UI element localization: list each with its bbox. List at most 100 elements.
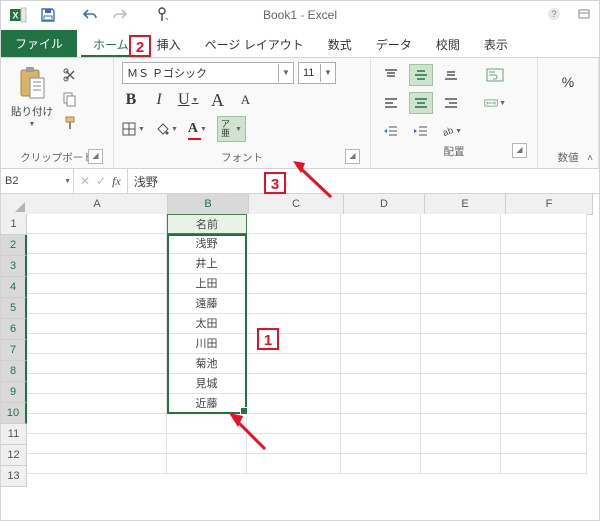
worksheet[interactable]: ABCDEF 12345678910111213 名前浅野井上上田遠藤太田川田菊… bbox=[1, 194, 599, 521]
row-header[interactable]: 10 bbox=[1, 403, 27, 424]
italic-button[interactable]: I bbox=[150, 90, 168, 110]
cell[interactable] bbox=[341, 254, 421, 274]
row-header[interactable]: 7 bbox=[1, 340, 27, 361]
align-top-button[interactable] bbox=[379, 64, 403, 86]
fx-icon[interactable]: fx bbox=[112, 174, 121, 189]
cut-button[interactable] bbox=[61, 66, 79, 84]
row-header[interactable]: 13 bbox=[1, 466, 27, 487]
row-header[interactable]: 6 bbox=[1, 319, 27, 340]
cell[interactable] bbox=[421, 254, 501, 274]
wrap-text-button[interactable] bbox=[483, 64, 507, 86]
cell[interactable]: 井上 bbox=[167, 254, 247, 274]
cell[interactable] bbox=[501, 394, 587, 414]
cell[interactable] bbox=[421, 374, 501, 394]
cell[interactable] bbox=[341, 414, 421, 434]
cell[interactable] bbox=[421, 294, 501, 314]
cell[interactable] bbox=[501, 314, 587, 334]
cell[interactable] bbox=[341, 434, 421, 454]
cell[interactable] bbox=[27, 214, 167, 234]
cell[interactable]: 見城 bbox=[167, 374, 247, 394]
cell[interactable]: 名前 bbox=[167, 214, 247, 234]
row-header[interactable]: 9 bbox=[1, 382, 27, 403]
tab-data[interactable]: データ bbox=[364, 31, 424, 57]
redo-button[interactable] bbox=[109, 4, 131, 26]
touch-mode-button[interactable] bbox=[151, 4, 173, 26]
cell[interactable] bbox=[501, 294, 587, 314]
cell[interactable] bbox=[501, 274, 587, 294]
cell[interactable] bbox=[27, 354, 167, 374]
cell[interactable]: 上田 bbox=[167, 274, 247, 294]
paste-button[interactable]: 貼り付け ▼ bbox=[9, 62, 55, 128]
bold-button[interactable]: B bbox=[122, 90, 140, 110]
cell[interactable] bbox=[247, 454, 341, 474]
cell[interactable] bbox=[247, 254, 341, 274]
cell[interactable] bbox=[27, 314, 167, 334]
tab-review[interactable]: 校閲 bbox=[424, 31, 472, 57]
fill-color-button[interactable]: ▼ bbox=[155, 119, 178, 139]
cell[interactable] bbox=[421, 454, 501, 474]
cell[interactable] bbox=[501, 234, 587, 254]
align-bottom-button[interactable] bbox=[439, 64, 463, 86]
column-header[interactable]: E bbox=[425, 194, 506, 215]
cell[interactable]: 川田 bbox=[167, 334, 247, 354]
cell[interactable] bbox=[421, 314, 501, 334]
save-button[interactable] bbox=[37, 4, 59, 26]
cell[interactable] bbox=[501, 374, 587, 394]
cell[interactable] bbox=[421, 394, 501, 414]
ribbon-options-icon[interactable] bbox=[573, 3, 595, 25]
cell[interactable] bbox=[247, 234, 341, 254]
cell[interactable] bbox=[501, 254, 587, 274]
borders-button[interactable]: ▼ bbox=[122, 119, 145, 139]
align-right-button[interactable] bbox=[439, 92, 463, 114]
row-header[interactable]: 12 bbox=[1, 445, 27, 466]
cell[interactable] bbox=[167, 454, 247, 474]
cell[interactable] bbox=[27, 334, 167, 354]
select-all-triangle[interactable] bbox=[1, 194, 28, 215]
cell[interactable] bbox=[27, 394, 167, 414]
name-box[interactable]: B2▼ bbox=[1, 169, 74, 193]
format-painter-button[interactable] bbox=[61, 114, 79, 132]
decrease-indent-button[interactable] bbox=[379, 120, 403, 142]
row-header[interactable]: 3 bbox=[1, 256, 27, 277]
align-left-button[interactable] bbox=[379, 92, 403, 114]
row-header[interactable]: 8 bbox=[1, 361, 27, 382]
cell[interactable] bbox=[421, 274, 501, 294]
row-header[interactable]: 5 bbox=[1, 298, 27, 319]
cell[interactable] bbox=[247, 374, 341, 394]
cell[interactable] bbox=[501, 334, 587, 354]
cell[interactable]: 浅野 bbox=[167, 234, 247, 254]
row-header[interactable]: 2 bbox=[1, 235, 27, 256]
help-icon[interactable]: ? bbox=[543, 3, 565, 25]
font-size-combo[interactable]: 11▼ bbox=[298, 62, 336, 84]
cell[interactable] bbox=[421, 414, 501, 434]
font-dialog-launcher[interactable]: ◢ bbox=[345, 149, 360, 164]
column-header[interactable]: D bbox=[344, 194, 425, 215]
merge-center-button[interactable]: ▼ bbox=[483, 92, 507, 114]
formula-input[interactable]: 浅野 bbox=[128, 169, 599, 193]
copy-button[interactable] bbox=[61, 90, 79, 108]
cell[interactable] bbox=[27, 454, 167, 474]
underline-button[interactable]: U▼ bbox=[178, 90, 199, 110]
clipboard-dialog-launcher[interactable]: ◢ bbox=[88, 149, 103, 164]
increase-indent-button[interactable] bbox=[409, 120, 433, 142]
font-name-combo[interactable]: ＭＳ Ｐゴシック▼ bbox=[122, 62, 294, 84]
cell[interactable] bbox=[421, 214, 501, 234]
cell[interactable] bbox=[501, 434, 587, 454]
cell[interactable] bbox=[501, 414, 587, 434]
cell[interactable] bbox=[341, 374, 421, 394]
cell[interactable] bbox=[421, 334, 501, 354]
cell[interactable] bbox=[27, 414, 167, 434]
percent-style-button[interactable]: % bbox=[559, 72, 577, 92]
cell[interactable] bbox=[27, 374, 167, 394]
cell[interactable] bbox=[421, 234, 501, 254]
undo-button[interactable] bbox=[79, 4, 101, 26]
tab-insert[interactable]: 挿入 bbox=[145, 31, 193, 57]
cell[interactable] bbox=[247, 214, 341, 234]
cell[interactable]: 遠藤 bbox=[167, 294, 247, 314]
cell[interactable] bbox=[341, 314, 421, 334]
cell[interactable] bbox=[341, 214, 421, 234]
row-header[interactable]: 1 bbox=[1, 214, 27, 235]
tab-page-layout[interactable]: ページ レイアウト bbox=[193, 31, 316, 57]
cell[interactable] bbox=[421, 434, 501, 454]
alignment-dialog-launcher[interactable]: ◢ bbox=[512, 143, 527, 158]
